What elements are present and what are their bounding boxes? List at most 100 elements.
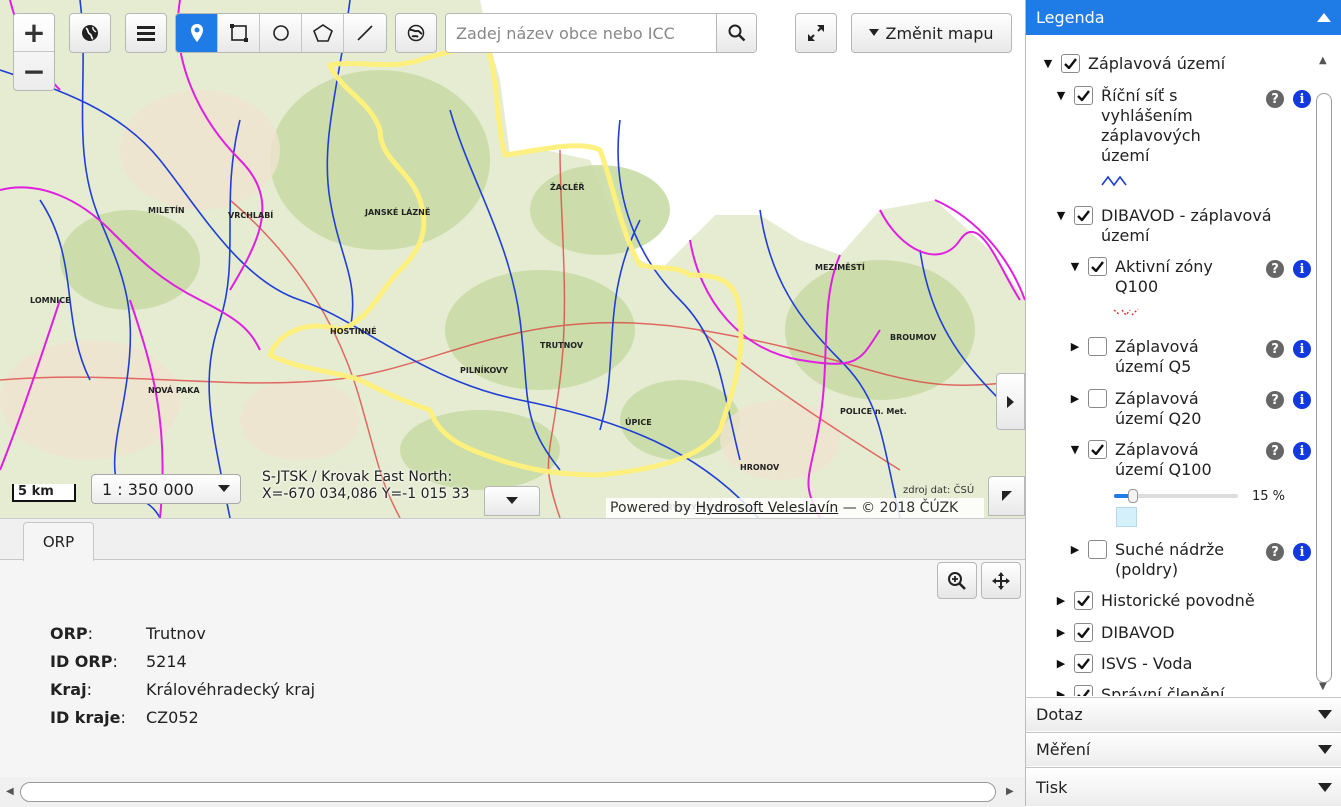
polygon-tool-button[interactable] (302, 14, 344, 52)
layer-checkbox[interactable] (1074, 654, 1093, 673)
world-map-button[interactable] (395, 13, 437, 53)
info-icon[interactable]: i (1293, 543, 1311, 561)
panel-toggle-button[interactable] (996, 373, 1025, 430)
layer-checkbox[interactable] (1088, 389, 1107, 408)
help-icon[interactable]: ? (1266, 340, 1284, 358)
attribution-link[interactable]: Hydrosoft Veleslavín (696, 500, 839, 516)
collapsed-caret-icon[interactable]: ▶ (1054, 685, 1068, 696)
legend-item-q20[interactable]: ▶ Záplavová území Q20 (1068, 389, 1258, 429)
layer-checkbox[interactable] (1088, 440, 1107, 459)
collapsed-caret-icon[interactable]: ▶ (1068, 389, 1082, 409)
search-input[interactable] (446, 14, 716, 52)
pan-to-feature-button[interactable] (981, 562, 1021, 599)
overview-map-button[interactable] (988, 476, 1025, 516)
expanded-caret-icon[interactable]: ▼ (1068, 440, 1082, 460)
search-button[interactable] (716, 14, 756, 52)
section-dotaz[interactable]: Dotaz (1026, 697, 1341, 731)
globe-button[interactable] (69, 13, 111, 53)
attribute-row: ORP: Trutnov (50, 619, 315, 647)
legend-item-label: Záplavová území (1088, 54, 1226, 73)
legend-item-zaplavova-uzemi[interactable]: ▼ Záplavová území (1041, 54, 1225, 74)
legend-item-label: Záplavová území Q100 (1115, 440, 1212, 479)
legend-item-historicke-povodne[interactable]: ▶ Historické povodně (1054, 591, 1255, 611)
help-icon[interactable]: ? (1266, 543, 1284, 561)
collapsed-caret-icon[interactable]: ▶ (1054, 623, 1068, 643)
collapsed-caret-icon[interactable]: ▶ (1054, 654, 1068, 674)
info-icon[interactable]: i (1293, 442, 1311, 460)
layer-checkbox[interactable] (1074, 685, 1093, 696)
scroll-right-icon[interactable]: ▶ (1006, 786, 1014, 797)
info-icon[interactable]: i (1293, 260, 1311, 278)
change-map-button[interactable]: Změnit mapu (851, 13, 1012, 53)
info-icon[interactable]: i (1293, 90, 1311, 108)
collapsed-caret-icon[interactable]: ▶ (1068, 540, 1082, 560)
legend-item-suche-nadrze[interactable]: ▶ Suché nádrže (poldry) (1068, 540, 1258, 580)
attribute-row: ID kraje: CZ052 (50, 703, 315, 731)
expanded-caret-icon[interactable]: ▼ (1068, 257, 1082, 277)
layer-checkbox[interactable] (1088, 337, 1107, 356)
layer-checkbox[interactable] (1074, 206, 1093, 225)
scale-bar: 5 km (12, 484, 76, 502)
scrollbar-thumb[interactable] (20, 782, 996, 802)
help-icon[interactable]: ? (1266, 260, 1284, 278)
attribute-row: ID ORP: 5214 (50, 647, 315, 675)
legend-item-ricni-sit[interactable]: ▼ Říční síť s vyhlášením záplavových úze… (1054, 86, 1244, 166)
legend-item-q100[interactable]: ▼ Záplavová území Q100 (1068, 440, 1258, 480)
collapsed-caret-icon[interactable]: ▶ (1054, 591, 1068, 611)
info-icon[interactable]: i (1293, 340, 1311, 358)
zoom-in-button[interactable]: + (14, 14, 54, 52)
slider-handle[interactable] (1127, 489, 1138, 503)
rectangle-tool-button[interactable] (218, 14, 260, 52)
attribution-suffix: — © 2018 ČÚZK (842, 500, 959, 516)
layer-checkbox[interactable] (1074, 591, 1093, 610)
horizontal-scrollbar[interactable]: ◀ ▶ (0, 777, 1025, 807)
expanded-caret-icon[interactable]: ▼ (1054, 86, 1068, 106)
rectangle-icon (229, 24, 248, 42)
expanded-caret-icon[interactable]: ▼ (1054, 206, 1068, 226)
info-icon[interactable]: i (1293, 391, 1311, 409)
scale-select[interactable]: 1 : 350 000 (91, 474, 241, 504)
legend-tree: ▼ Záplavová území ▼ Říční síť s vyhlášen… (1026, 35, 1341, 696)
coordinate-readout: S-JTSK / Krovak East North: X=-670 034,0… (262, 469, 470, 503)
expanded-caret-icon[interactable]: ▼ (1041, 54, 1055, 74)
circle-tool-button[interactable] (260, 14, 302, 52)
coordinate-toggle-button[interactable] (484, 486, 540, 516)
legend-item-label: Aktivní zóny Q100 (1115, 257, 1213, 296)
scale-ratio: 1 : 350 000 (102, 479, 194, 499)
help-icon[interactable]: ? (1266, 90, 1284, 108)
scroll-down-icon[interactable]: ▼ (1319, 681, 1327, 692)
scroll-up-icon[interactable]: ▲ (1319, 55, 1327, 66)
scroll-left-icon[interactable]: ◀ (6, 786, 14, 797)
zoom-out-button[interactable]: − (14, 52, 54, 90)
help-icon[interactable]: ? (1266, 442, 1284, 460)
opacity-slider[interactable] (1114, 489, 1238, 503)
caret-down-icon (218, 485, 230, 492)
legend-scrollbar[interactable]: ▲ ▼ (1316, 55, 1332, 692)
scrollbar-thumb[interactable] (1316, 93, 1332, 683)
collapsed-caret-icon[interactable]: ▶ (1068, 337, 1082, 357)
section-tisk[interactable]: Tisk (1026, 767, 1341, 806)
layer-checkbox[interactable] (1074, 86, 1093, 105)
legend-item-isvs-voda[interactable]: ▶ ISVS - Voda (1054, 654, 1192, 674)
legend-item-spravni-cleneni[interactable]: ▶ Správní členění (1054, 685, 1225, 696)
layer-checkbox[interactable] (1074, 623, 1093, 642)
legend-item-dibavod-zaplavova[interactable]: ▼ DIBAVOD - záplavová území (1054, 206, 1314, 246)
layer-checkbox[interactable] (1088, 540, 1107, 559)
tab-orp[interactable]: ORP (23, 522, 94, 561)
legend-item-aktivni-zony[interactable]: ▼ Aktivní zóny Q100 (1068, 257, 1258, 297)
flood-area-swatch (1116, 507, 1137, 527)
layers-button[interactable] (125, 13, 167, 53)
legend-header[interactable]: Legenda (1026, 0, 1341, 35)
legend-item-q5[interactable]: ▶ Záplavová území Q5 (1068, 337, 1258, 377)
help-icon[interactable]: ? (1266, 391, 1284, 409)
layer-checkbox[interactable] (1088, 257, 1107, 276)
search-icon (728, 24, 745, 42)
zoom-to-feature-button[interactable] (937, 562, 977, 599)
line-tool-button[interactable] (344, 14, 386, 52)
point-tool-button[interactable] (176, 14, 218, 52)
section-mereni[interactable]: Měření (1026, 732, 1341, 766)
map-view[interactable]: TRUTNOV ŽACLÉŘ MEZIMĚSTÍ BROUMOV HRONOV … (0, 0, 1025, 518)
fullscreen-button[interactable] (795, 13, 837, 53)
legend-item-dibavod[interactable]: ▶ DIBAVOD (1054, 623, 1175, 643)
layer-checkbox[interactable] (1061, 54, 1080, 73)
